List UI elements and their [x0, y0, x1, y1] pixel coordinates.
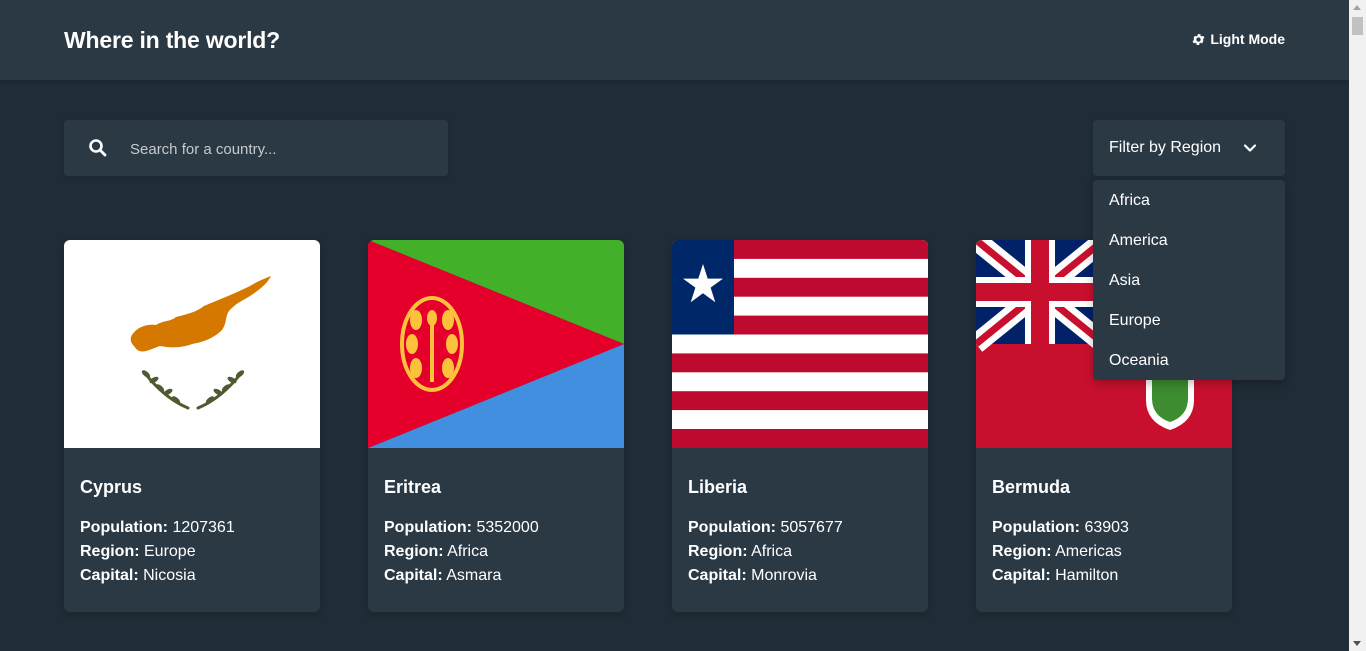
search-input[interactable]: [128, 120, 432, 178]
population-row: Population: 63903: [992, 519, 1129, 536]
population-value: 63903: [1084, 519, 1129, 536]
region-row: Region: Africa: [688, 543, 793, 560]
capital-value: Monrovia: [751, 567, 817, 584]
cyprus-flag: [64, 240, 320, 448]
region-value: Americas: [1055, 543, 1122, 560]
country-card-eritrea[interactable]: Eritrea Population: 5352000 Region: Afri…: [368, 240, 624, 612]
country-name: Eritrea: [384, 477, 442, 497]
capital-row: Capital: Monrovia: [688, 567, 817, 584]
population-row: Population: 5352000: [384, 519, 539, 536]
country-name: Bermuda: [992, 477, 1071, 497]
gear-icon: [1192, 33, 1205, 45]
country-name: Liberia: [688, 477, 748, 497]
capital-value: Asmara: [446, 567, 502, 584]
region-filter-label: Filter by Region: [1109, 139, 1222, 156]
region-value: Africa: [447, 543, 489, 560]
theme-toggle-label: Light Mode: [1210, 31, 1285, 47]
region-dropdown-menu: Africa America Asia Europe Oceania: [1093, 180, 1285, 380]
country-card-liberia[interactable]: Liberia Population: 5057677 Region: Afri…: [672, 240, 928, 612]
capital-value: Hamilton: [1055, 567, 1119, 584]
region-value: Europe: [144, 543, 196, 560]
region-row: Region: Americas: [992, 543, 1122, 560]
app-title: Where in the world?: [64, 27, 280, 53]
search-icon: [89, 139, 107, 157]
region-row: Region: Europe: [80, 543, 196, 560]
vertical-scrollbar[interactable]: [1349, 0, 1366, 651]
header: Where in the world? Light Mode: [0, 0, 1349, 80]
population-value: 1207361: [172, 519, 235, 536]
country-name: Cyprus: [80, 477, 143, 497]
region-option-oceania[interactable]: Oceania: [1109, 352, 1169, 370]
region-option-america[interactable]: America: [1109, 232, 1168, 250]
capital-row: Capital: Nicosia: [80, 567, 196, 584]
country-card-cyprus[interactable]: Cyprus Population: 1207361 Region: Europ…: [64, 240, 320, 612]
region-value: Africa: [751, 543, 793, 560]
eritrea-flag: [368, 240, 624, 448]
capital-value: Nicosia: [143, 567, 196, 584]
search-box: [64, 120, 448, 178]
population-row: Population: 1207361: [80, 519, 235, 536]
capital-row: Capital: Asmara: [384, 567, 502, 584]
region-option-africa[interactable]: Africa: [1109, 192, 1150, 210]
liberia-flag: [672, 240, 928, 448]
population-value: 5352000: [476, 519, 539, 536]
scrollbar-thumb[interactable]: [1352, 17, 1363, 35]
scroll-down-arrow-icon[interactable]: [1353, 641, 1361, 646]
theme-toggle-button[interactable]: Light Mode: [1191, 31, 1285, 47]
population-value: 5057677: [780, 519, 843, 536]
region-option-asia[interactable]: Asia: [1109, 272, 1140, 290]
population-row: Population: 5057677: [688, 519, 843, 536]
region-filter-select[interactable]: Filter by Region: [1093, 120, 1285, 176]
capital-row: Capital: Hamilton: [992, 567, 1119, 584]
chevron-down-icon: [1243, 144, 1257, 152]
region-option-europe[interactable]: Europe: [1109, 312, 1161, 330]
scroll-up-arrow-icon[interactable]: [1353, 5, 1361, 10]
region-row: Region: Africa: [384, 543, 489, 560]
